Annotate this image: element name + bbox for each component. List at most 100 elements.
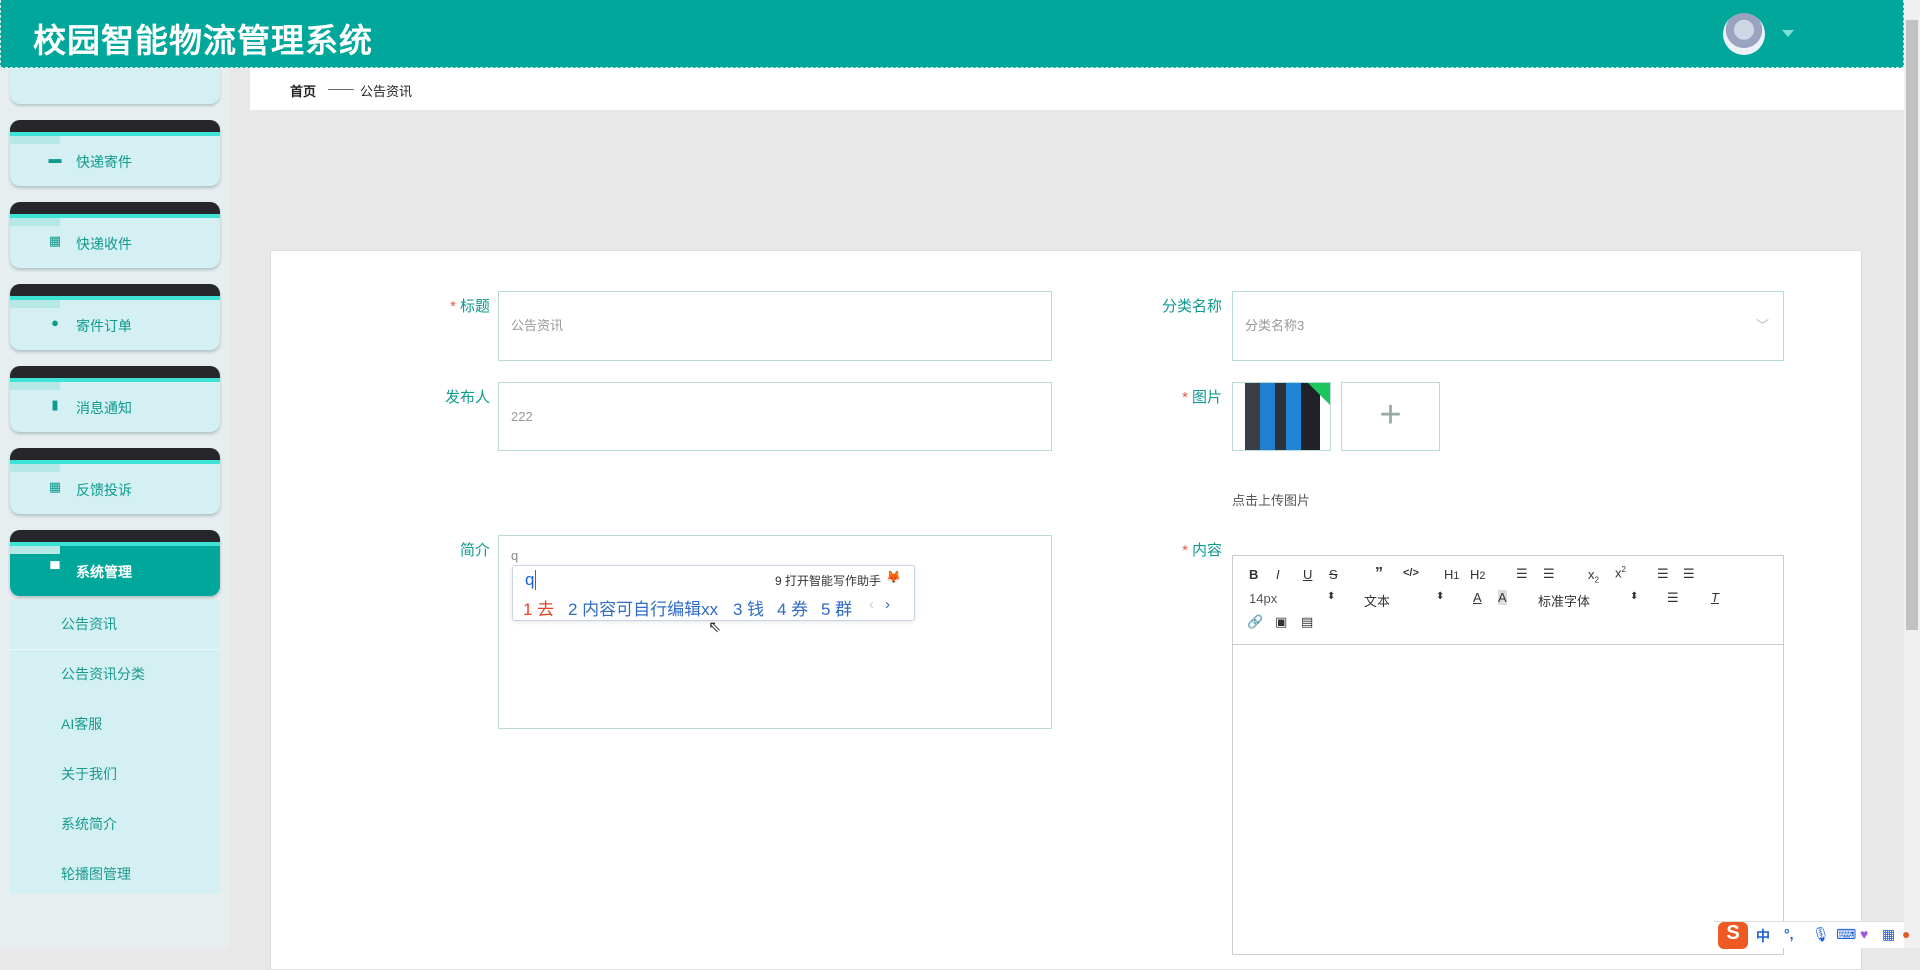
- category-label: 分类名称: [1161, 298, 1222, 315]
- rich-text-editor: B I U S ” </> H1 H2 ☰ ☰ x2 x2 ☰ ☰ 14px ⬍…: [1232, 555, 1784, 955]
- scrollbar-thumb[interactable]: [1906, 20, 1918, 630]
- monitor-icon: ▀: [50, 561, 60, 576]
- mouse-cursor-icon: ⇖: [708, 619, 722, 636]
- font-family-select[interactable]: 标准字体: [1538, 591, 1590, 610]
- menu-decoration: [10, 120, 220, 132]
- submenu-item[interactable]: 系统简介: [10, 800, 220, 850]
- superscript-icon[interactable]: x2: [1615, 565, 1626, 580]
- link-icon[interactable]: 🔗: [1247, 614, 1263, 630]
- subscript-icon[interactable]: x2: [1588, 567, 1599, 585]
- sidebar-item[interactable]: ▮ 消息通知: [10, 366, 220, 432]
- menu-decoration: [10, 284, 220, 296]
- align-icon[interactable]: ☰: [1667, 590, 1679, 606]
- clear-format-icon[interactable]: T: [1711, 590, 1719, 605]
- h1-icon[interactable]: H1: [1444, 567, 1459, 582]
- font-color-icon[interactable]: A: [1473, 590, 1482, 605]
- sidebar-item-label: 快递收件: [76, 236, 132, 252]
- menu-decoration: [10, 382, 60, 390]
- prev-page-icon[interactable]: ‹: [869, 596, 874, 613]
- code-icon[interactable]: </>: [1403, 567, 1419, 579]
- bullet-list-icon[interactable]: ☰: [1543, 566, 1555, 582]
- upload-plus-button[interactable]: +: [1341, 382, 1440, 451]
- sidebar-item[interactable]: ● 寄件订单: [10, 284, 220, 350]
- submenu: 公告资讯 公告资讯分类 AI客服 关于我们 系统简介 轮播图管理: [10, 600, 220, 894]
- breadcrumb: 首页 —— 公告资讯: [250, 68, 1904, 110]
- content-label: * 内容: [1182, 542, 1222, 559]
- h2-icon[interactable]: H2: [1470, 567, 1485, 582]
- user-avatar[interactable]: [1723, 13, 1765, 55]
- ime-candidate[interactable]: 5 群: [821, 595, 852, 620]
- ime-candidate[interactable]: 3 钱: [733, 595, 764, 620]
- submenu-item[interactable]: AI客服: [10, 700, 220, 750]
- submenu-item[interactable]: 公告资讯分类: [10, 650, 220, 700]
- sidebar-item-label: 消息通知: [76, 400, 132, 416]
- font-size-select[interactable]: 14px: [1249, 591, 1277, 606]
- underline-icon[interactable]: U: [1303, 567, 1312, 582]
- image-icon[interactable]: ▣: [1275, 614, 1287, 630]
- ime-candidate[interactable]: 2 内容可自行编辑xx: [568, 595, 718, 620]
- menu-decoration: [10, 136, 60, 144]
- menu-decoration: [10, 464, 60, 472]
- skin-icon[interactable]: ♥: [1860, 926, 1868, 942]
- sidebar-item-label: 快递寄件: [76, 154, 132, 170]
- background-color-icon[interactable]: A: [1498, 590, 1507, 605]
- ime-candidate[interactable]: 1 去: [523, 595, 554, 620]
- video-icon[interactable]: ▤: [1301, 614, 1313, 630]
- grid-icon: ▦: [48, 233, 62, 248]
- outdent-icon[interactable]: ☰: [1657, 566, 1669, 582]
- sidebar-item[interactable]: ▦ 反馈投诉: [10, 448, 220, 514]
- chevron-down-icon[interactable]: [1782, 30, 1794, 37]
- publisher-label: 发布人: [444, 389, 490, 406]
- breadcrumb-separator: ——: [328, 81, 354, 96]
- app-header: 校园智能物流管理系统: [0, 0, 1904, 68]
- menu-decoration: [10, 366, 220, 378]
- menu-decoration: [10, 546, 60, 554]
- submenu-item[interactable]: 公告资讯: [10, 600, 220, 650]
- publisher-input[interactable]: 222: [498, 382, 1052, 451]
- ime-input: q: [525, 570, 537, 590]
- submenu-item[interactable]: 轮播图管理: [10, 850, 220, 900]
- chevron-down-icon: ﹀: [1755, 318, 1769, 333]
- title-label: * 标题: [450, 298, 490, 315]
- uploaded-image-thumbnail[interactable]: [1232, 382, 1331, 451]
- select-arrows-icon: ⬍: [1327, 591, 1336, 602]
- sidebar-item[interactable]: ▀ 系统管理: [10, 530, 220, 596]
- ime-candidate[interactable]: 4 券: [777, 595, 808, 620]
- select-arrows-icon: ⬍: [1436, 591, 1445, 602]
- ticket-icon: ▬: [48, 151, 62, 166]
- toolbox-icon[interactable]: ▦: [1882, 926, 1895, 943]
- sogou-logo-icon[interactable]: S: [1718, 922, 1748, 949]
- breadcrumb-current: 公告资讯: [360, 84, 413, 99]
- ime-assistant[interactable]: 9 打开智能写作助手: [775, 572, 881, 589]
- submenu-item[interactable]: 关于我们: [10, 750, 220, 800]
- ime-punct-toggle[interactable]: °,: [1784, 926, 1794, 942]
- ime-status-bar: S 中 °, 🎙 ⌨ ♥ ▦ ●: [1714, 921, 1910, 949]
- menu-decoration: [10, 448, 220, 460]
- microphone-icon[interactable]: 🎙: [1812, 926, 1830, 943]
- menu-decoration: [10, 202, 220, 214]
- intro-label: 简介: [459, 542, 490, 559]
- category-select[interactable]: 分类名称3 ﹀: [1232, 291, 1784, 361]
- app-title: 校园智能物流管理系统: [33, 22, 373, 59]
- ordered-list-icon[interactable]: ☰: [1516, 566, 1528, 582]
- bold-icon[interactable]: B: [1249, 567, 1258, 582]
- grid-icon: ▦: [48, 479, 62, 494]
- next-page-icon[interactable]: ›: [885, 596, 890, 613]
- keyboard-icon[interactable]: ⌨: [1836, 926, 1856, 943]
- assistant-icon[interactable]: 🦊: [886, 570, 901, 584]
- title-input[interactable]: 公告资讯: [498, 291, 1052, 361]
- indent-icon[interactable]: ☰: [1683, 566, 1695, 582]
- breadcrumb-home[interactable]: 首页: [290, 81, 316, 100]
- editor-toolbar: B I U S ” </> H1 H2 ☰ ☰ x2 x2 ☰ ☰ 14px ⬍…: [1233, 556, 1783, 645]
- page-scrollbar[interactable]: [1904, 0, 1920, 948]
- blockquote-icon[interactable]: ”: [1375, 565, 1383, 583]
- sidebar-item[interactable]: ▬ 快递寄件: [10, 120, 220, 186]
- sidebar-item[interactable]: ▦ 快递收件: [10, 202, 220, 268]
- select-arrows-icon: ⬍: [1630, 591, 1639, 602]
- italic-icon[interactable]: I: [1276, 567, 1280, 582]
- ime-lang-toggle[interactable]: 中: [1756, 926, 1770, 946]
- sidebar-item-collapsed[interactable]: [10, 68, 220, 104]
- assistant-icon[interactable]: ●: [1902, 926, 1910, 942]
- strike-icon[interactable]: S: [1329, 567, 1338, 582]
- block-format-select[interactable]: 文本: [1364, 591, 1390, 610]
